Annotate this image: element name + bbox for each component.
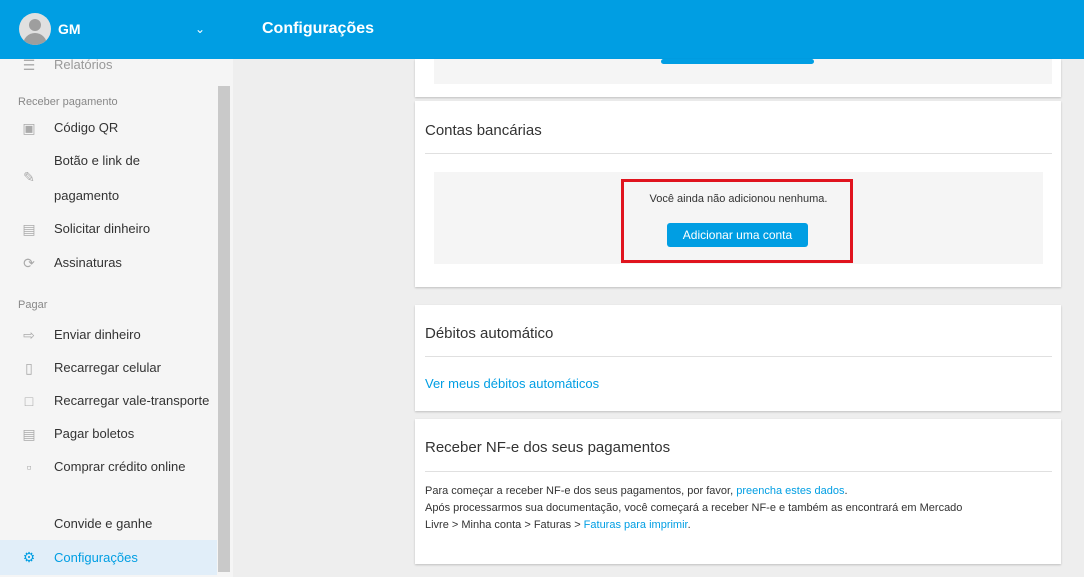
- auto-debits-card: Débitos automático Ver meus débitos auto…: [415, 305, 1061, 411]
- auto-debits-title: Débitos automático: [425, 325, 554, 342]
- gear-icon: ⚙: [22, 549, 36, 565]
- chevron-down-icon[interactable]: ⌄: [195, 22, 205, 36]
- section-label-receive: Receber pagamento: [18, 96, 118, 108]
- sidebar-item-credit-online[interactable]: ▫ Comprar crédito online: [0, 451, 217, 483]
- phone-recharge-icon: ▯: [25, 360, 33, 376]
- subscription-icon: ⟳: [23, 255, 35, 271]
- sidebar-item-subscriptions[interactable]: ⟳ Assinaturas: [0, 247, 217, 279]
- credit-card-icon: ▫: [26, 459, 32, 475]
- sidebar-item-reports[interactable]: ☰ Relatórios: [0, 59, 217, 81]
- sidebar-item-qr-code[interactable]: ▣ Código QR: [0, 112, 217, 144]
- sidebar-item-boletos[interactable]: ▤ Pagar boletos: [0, 418, 217, 450]
- nfe-title: Receber NF-e dos seus pagamentos: [425, 439, 671, 456]
- nfe-description: Para começar a receber NF-e dos seus pag…: [425, 485, 963, 531]
- sidebar-item-settings[interactable]: ⚙ Configurações: [0, 540, 217, 575]
- sidebar-scrollbar[interactable]: [218, 86, 230, 572]
- send-money-icon: ⇨: [23, 327, 35, 343]
- sidebar-item-request-money[interactable]: ▤ Solicitar dinheiro: [0, 213, 217, 245]
- section-label-pay: Pagar: [18, 299, 48, 311]
- link-icon: ✎: [23, 169, 35, 185]
- qr-code-icon: ▣: [22, 120, 36, 136]
- boleto-icon: ▤: [22, 426, 36, 442]
- divider: [425, 153, 1052, 154]
- fill-data-link[interactable]: preencha estes dados: [736, 485, 844, 497]
- bank-accounts-title: Contas bancárias: [425, 122, 542, 139]
- nfe-card: Receber NF-e dos seus pagamentos Para co…: [415, 419, 1061, 564]
- user-menu-bar[interactable]: GM ⌄: [0, 0, 233, 59]
- invoices-link[interactable]: Faturas para imprimir: [584, 519, 688, 531]
- sidebar-item-invite[interactable]: Convide e ganhe: [0, 508, 217, 540]
- sidebar-item-phone-recharge[interactable]: ▯ Recarregar celular: [0, 352, 217, 384]
- sidebar-item-transport-card[interactable]: □ Recarregar vale-transporte: [0, 385, 217, 417]
- reports-icon: ☰: [22, 59, 36, 73]
- transport-card-icon: □: [24, 393, 34, 409]
- sidebar-item-send-money[interactable]: ⇨ Enviar dinheiro: [0, 319, 217, 351]
- divider: [425, 356, 1052, 357]
- sidebar-item-payment-link[interactable]: ✎ Botão e link de pagamento: [0, 147, 217, 211]
- page-title: Configurações: [262, 20, 375, 37]
- request-money-icon: ▤: [22, 221, 36, 237]
- previous-card: [415, 59, 1061, 97]
- sidebar: ☰ Relatórios Receber pagamento ▣ Código …: [0, 59, 233, 577]
- user-name: GM: [58, 21, 81, 37]
- previous-card-button[interactable]: [661, 59, 814, 64]
- avatar: [19, 13, 51, 45]
- divider: [425, 471, 1052, 472]
- highlight-box: [621, 179, 853, 263]
- auto-debits-link[interactable]: Ver meus débitos automáticos: [425, 376, 599, 391]
